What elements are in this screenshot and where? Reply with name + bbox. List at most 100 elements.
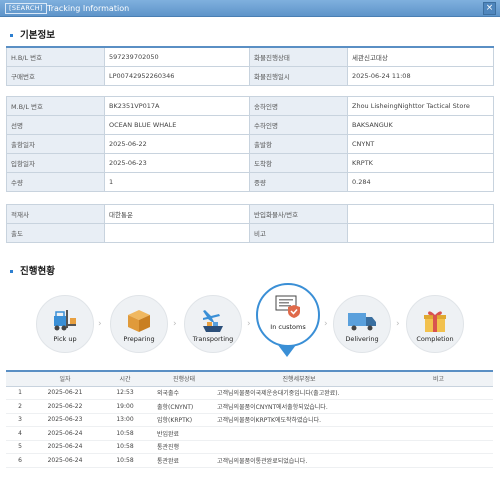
info-value: OCEAN BLUE WHALE — [104, 115, 250, 135]
step-label: Delivering — [345, 335, 379, 343]
basic-info-title: 기본정보 — [20, 30, 55, 41]
boxes-icon — [128, 310, 150, 332]
chevron-right-icon: › — [98, 319, 102, 329]
cell-detail — [214, 426, 384, 441]
info-label: 송하인명 — [249, 96, 348, 116]
history-header: 일자 — [34, 370, 96, 387]
progress-title: 진행현황 — [20, 266, 55, 277]
table-row: 1 2025-06-21 12:53 외국출수 고객님의물품이국제운송대기중입니… — [6, 386, 493, 400]
cell-date: 2025-06-23 — [34, 413, 96, 427]
window-titlebar: [SEARCH] Tracking Information × — [0, 0, 500, 17]
window-badge: [SEARCH] — [5, 3, 47, 14]
info-row: M.B/L 번호 BK2351VP017A 송하인명 Zhou Lisheing… — [6, 96, 494, 116]
gift-box-icon — [424, 311, 446, 332]
history-table: 일자 시간 진행상태 진행세부정보 비고 1 2025-06-21 12:53 … — [6, 370, 493, 468]
info-label: 수하인명 — [249, 115, 348, 135]
chevron-right-icon: › — [396, 319, 400, 329]
cell-status: 통관진행 — [154, 440, 214, 454]
cell-date: 2025-06-24 — [34, 440, 96, 454]
cell-no: 1 — [6, 386, 34, 400]
info-label: 구매번호 — [6, 65, 105, 86]
info-label: 반입화물사/번호 — [249, 204, 348, 224]
cell-date: 2025-06-22 — [34, 399, 96, 414]
cell-note — [384, 399, 493, 414]
info-label: 화물진행상태 — [249, 46, 348, 67]
info-value: KRPTK — [347, 153, 494, 173]
cell-note — [384, 440, 493, 454]
info-label: 중량 — [249, 172, 348, 192]
table-row: 3 2025-06-23 13:00 입항(KRPTK) 고객님의물품이KRPT… — [6, 413, 493, 427]
info-value — [347, 223, 494, 243]
basic-info-table-1: H.B/L 번호 597239702050 화물진행상태 세관신고대상 구매번호… — [6, 46, 494, 86]
cell-no: 5 — [6, 440, 34, 454]
info-label: 출항일자 — [6, 134, 105, 154]
info-value: 1 — [104, 172, 250, 192]
cell-no: 3 — [6, 413, 34, 427]
step-completion: Completion — [406, 295, 464, 353]
cell-no: 4 — [6, 426, 34, 441]
info-value: 대한통운 — [104, 204, 250, 224]
chevron-right-icon: › — [173, 319, 177, 329]
forklift-icon — [54, 310, 76, 331]
info-row: H.B/L 번호 597239702050 화물진행상태 세관신고대상 — [6, 46, 494, 67]
step-in-customs: In customs — [256, 283, 320, 347]
cell-date: 2025-06-21 — [34, 386, 96, 400]
info-row: 적재사 대한통운 반입화물사/번호 — [6, 204, 494, 224]
info-label: 적재사 — [6, 204, 105, 224]
info-row: 입항일자 2025-06-23 도착항 KRPTK — [6, 153, 494, 173]
table-row: 6 2025-06-24 10:58 통관완료 고객님의물품이통관완료되었습니다… — [6, 453, 493, 468]
info-value: CNYNT — [347, 134, 494, 154]
info-value: BK2351VP017A — [104, 96, 250, 116]
info-row: 출도 비고 — [6, 223, 494, 243]
info-label: 선명 — [6, 115, 105, 135]
info-label: 출발항 — [249, 134, 348, 154]
cell-no: 2 — [6, 399, 34, 414]
chevron-right-icon: › — [324, 319, 328, 329]
truck-icon — [348, 313, 376, 331]
info-value: 2025-06-24 11:08 — [347, 65, 494, 86]
info-label: M.B/L 번호 — [6, 96, 105, 116]
current-step-pin-icon — [278, 345, 296, 357]
cell-status: 반입완료 — [154, 426, 214, 441]
step-label: Transporting — [192, 335, 234, 343]
history-header: 시간 — [96, 370, 154, 387]
cell-time: 10:58 — [96, 453, 154, 468]
step-label: Pick up — [53, 335, 77, 343]
info-label: H.B/L 번호 — [6, 46, 105, 67]
info-label: 수량 — [6, 172, 105, 192]
step-preparing: Preparing — [110, 295, 168, 353]
history-header: 진행세부정보 — [214, 370, 384, 387]
basic-info-table-2: M.B/L 번호 BK2351VP017A 송하인명 Zhou Lisheing… — [6, 96, 494, 192]
cell-date: 2025-06-24 — [34, 453, 96, 468]
cell-time: 13:00 — [96, 413, 154, 427]
cell-date: 2025-06-24 — [34, 426, 96, 441]
info-value: 2025-06-23 — [104, 153, 250, 173]
cell-status: 통관완료 — [154, 453, 214, 468]
cell-note — [384, 426, 493, 441]
history-header: 진행상태 — [154, 370, 214, 387]
plane-ship-icon — [203, 310, 223, 332]
step-transporting: Transporting — [184, 295, 242, 353]
cell-detail — [214, 440, 384, 454]
info-label: 비고 — [249, 223, 348, 243]
bullet-icon — [10, 270, 13, 273]
cell-detail: 고객님의물품이CNYNT에서출항되었습니다. — [214, 399, 384, 414]
window-title: Tracking Information — [47, 4, 130, 13]
info-value — [104, 223, 250, 243]
info-value: Zhou LisheingNighttor Tactical Store — [347, 96, 494, 116]
cell-time: 12:53 — [96, 386, 154, 400]
progress-steps: Pick up › Preparing › Transporting › In — [0, 283, 500, 358]
history-header: 비고 — [384, 370, 493, 387]
info-row: 구매번호 LP00742952260346 화물진행일시 2025-06-24 … — [6, 65, 494, 86]
info-value: 0.284 — [347, 172, 494, 192]
info-value: BAKSANGUK — [347, 115, 494, 135]
step-label: Completion — [416, 335, 454, 343]
cell-status: 외국출수 — [154, 386, 214, 400]
table-row: 5 2025-06-24 10:58 통관진행 — [6, 440, 493, 454]
cell-note — [384, 386, 493, 400]
close-button[interactable]: × — [483, 2, 496, 15]
info-label: 출도 — [6, 223, 105, 243]
table-row: 4 2025-06-24 10:58 반입완료 — [6, 426, 493, 441]
chevron-right-icon: › — [247, 319, 251, 329]
basic-info-table-3: 적재사 대한통운 반입화물사/번호 출도 비고 — [6, 204, 494, 243]
